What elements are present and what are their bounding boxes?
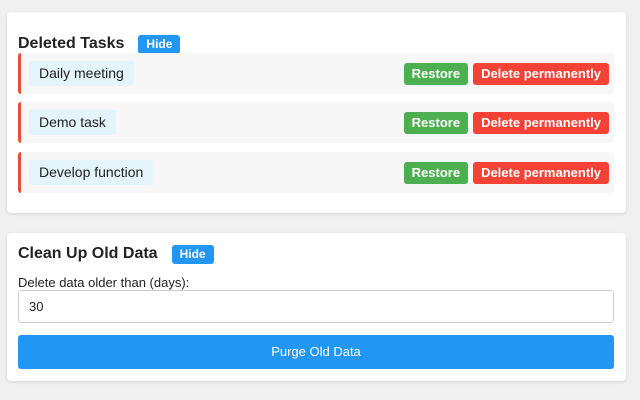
deleted-task-row: Demo task Restore Delete permanently <box>18 102 614 143</box>
task-name: Daily meeting <box>29 61 134 86</box>
restore-button[interactable]: Restore <box>403 162 469 184</box>
task-actions: Restore Delete permanently <box>403 63 609 85</box>
purge-old-data-button[interactable]: Purge Old Data <box>18 335 614 369</box>
delete-permanently-button[interactable]: Delete permanently <box>473 162 609 184</box>
restore-button[interactable]: Restore <box>403 63 469 85</box>
deleted-tasks-panel: Deleted Tasks Hide Daily meeting Restore… <box>7 12 626 213</box>
days-input[interactable] <box>18 290 614 323</box>
deleted-task-row: Daily meeting Restore Delete permanently <box>18 53 614 94</box>
task-actions: Restore Delete permanently <box>403 162 609 184</box>
deleted-tasks-hide-button[interactable]: Hide <box>138 34 181 54</box>
restore-button[interactable]: Restore <box>403 112 469 134</box>
delete-permanently-button[interactable]: Delete permanently <box>473 63 609 85</box>
deleted-tasks-header: Deleted Tasks Hide <box>18 34 181 54</box>
cleanup-title: Clean Up Old Data <box>18 245 158 262</box>
cleanup-header: Clean Up Old Data Hide <box>18 244 214 264</box>
task-name: Develop function <box>29 160 154 185</box>
deleted-tasks-title: Deleted Tasks <box>18 35 125 52</box>
deleted-task-row: Develop function Restore Delete permanen… <box>18 152 614 193</box>
delete-permanently-button[interactable]: Delete permanently <box>473 112 609 134</box>
task-name: Demo task <box>29 110 116 135</box>
cleanup-panel: Clean Up Old Data Hide Delete data older… <box>7 233 626 381</box>
task-actions: Restore Delete permanently <box>403 112 609 134</box>
days-label: Delete data older than (days): <box>18 275 190 290</box>
cleanup-hide-button[interactable]: Hide <box>171 244 214 264</box>
